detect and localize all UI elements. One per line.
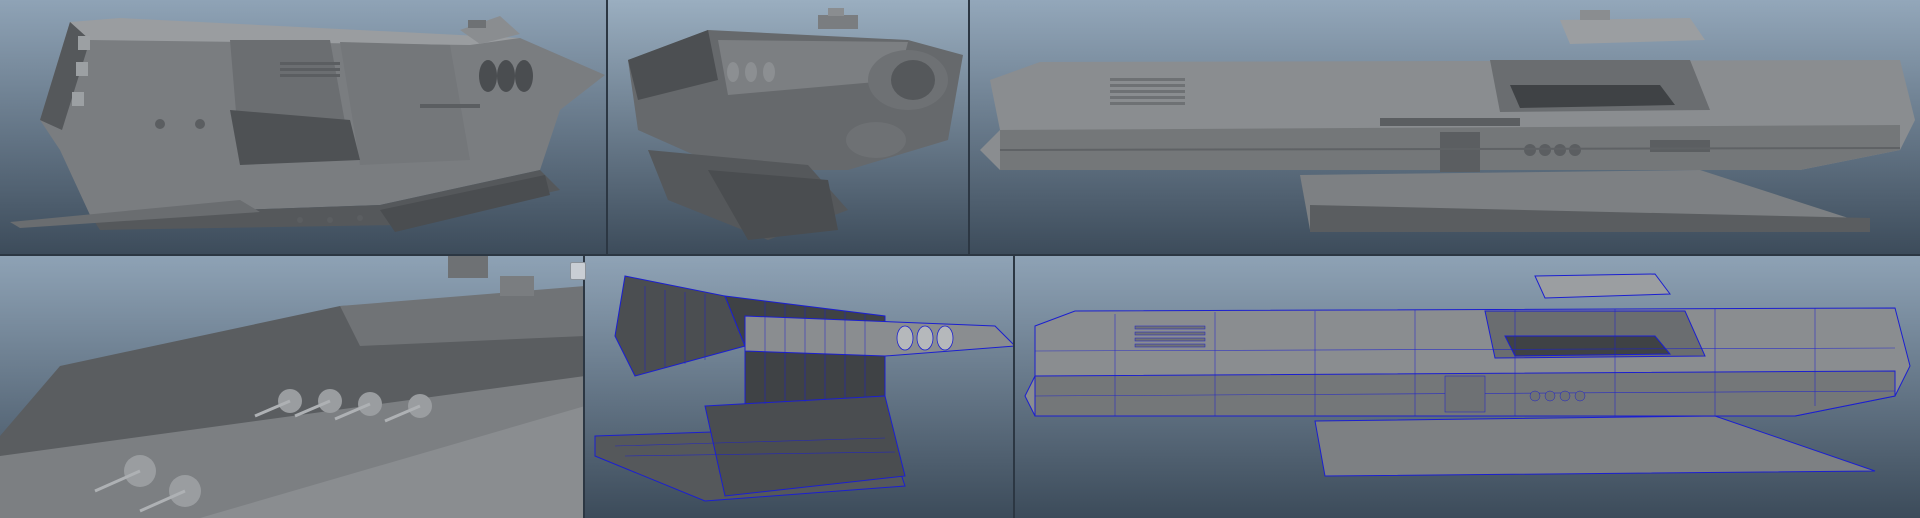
column-divider bbox=[1013, 256, 1015, 518]
row-divider bbox=[0, 254, 1920, 256]
ship-render-hero bbox=[0, 0, 608, 256]
ship-render-side-wire bbox=[1015, 256, 1920, 518]
column-divider bbox=[968, 0, 970, 256]
panel-side-profile-wireframe bbox=[1015, 256, 1920, 518]
panel-closeup-turrets bbox=[0, 256, 585, 518]
ship-render-side bbox=[970, 0, 1920, 256]
ship-render-closeup bbox=[0, 256, 585, 518]
panel-corner-handle bbox=[570, 262, 586, 280]
panel-side-profile bbox=[970, 0, 1920, 256]
column-divider bbox=[606, 0, 608, 256]
panel-front-3q bbox=[608, 0, 970, 256]
ship-render-front bbox=[608, 0, 970, 256]
ship-render-front-wire bbox=[585, 256, 1015, 518]
panel-front-3q-wireframe bbox=[585, 256, 1015, 518]
column-divider bbox=[583, 256, 585, 518]
render-sheet bbox=[0, 0, 1920, 518]
panel-hero-3q bbox=[0, 0, 608, 256]
